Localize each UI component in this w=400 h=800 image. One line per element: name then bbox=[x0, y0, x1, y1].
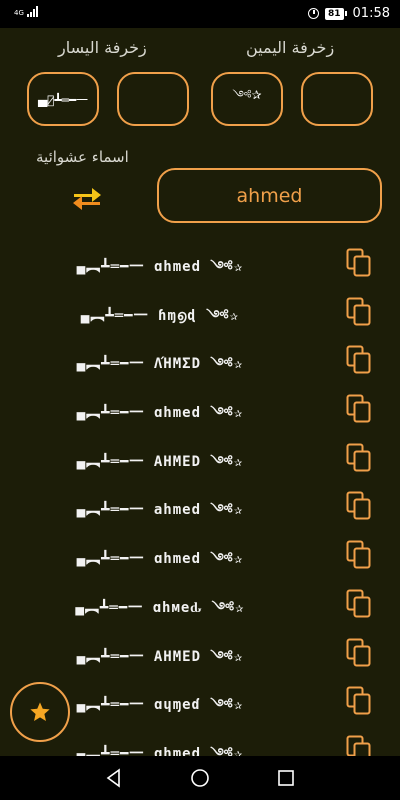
star-icon bbox=[30, 702, 50, 721]
copy-icon[interactable] bbox=[346, 638, 372, 668]
decorated-name-text: ▄︻┻═━一 ɑhмeԃ ༺✰ bbox=[75, 599, 245, 616]
navigation-bar bbox=[0, 756, 400, 800]
result-row[interactable]: ▄︻┻═━一 ɦɱ൭ɖ ༺✰ bbox=[0, 289, 400, 338]
favorites-button[interactable] bbox=[10, 682, 70, 742]
status-bar: 4G 81 01:58 bbox=[0, 0, 400, 28]
decorated-name-text: ▄︻┻═━一 ɦɱ൭ɖ ༺✰ bbox=[80, 307, 240, 324]
random-names-label: اسماء عشوائية bbox=[36, 148, 129, 166]
name-input[interactable] bbox=[157, 168, 382, 223]
copy-icon[interactable] bbox=[346, 443, 372, 473]
copy-icon[interactable] bbox=[346, 491, 372, 521]
copy-icon[interactable] bbox=[346, 297, 372, 327]
decorated-name-text: ▄︻┻═━一 ahmed ༺✰ bbox=[76, 502, 244, 519]
right-decoration-box-1[interactable]: ༺✰ bbox=[211, 72, 283, 126]
result-row[interactable]: ▄︻┻═━一 AHMED ༺✰ bbox=[0, 435, 400, 484]
left-decoration-box-1[interactable]: ▄︻̷┻═━一 bbox=[27, 72, 99, 126]
results-list: ▄︻┻═━一 ɑhmed ༺✰ ▄︻┻═━一 ɦɱ൭ɖ ༺✰ ▄︻┻═━一 ΛΉMΣ… bbox=[0, 240, 400, 756]
result-row[interactable]: ▄︻┻═━一 ΛΉMΣD ༺✰ bbox=[0, 337, 400, 386]
decorated-name-text: ▄︻┻═━一 ɑhmed ༺✰ bbox=[76, 551, 244, 568]
result-row[interactable]: ▄︻┻═━一 ɑhмeԃ ༺✰ bbox=[0, 581, 400, 630]
right-decoration-label: زخرفة اليمين bbox=[246, 38, 335, 57]
copy-icon[interactable] bbox=[346, 540, 372, 570]
recent-apps-icon[interactable] bbox=[276, 768, 296, 788]
result-row[interactable]: ▄︻┻═━一 ahmed ༺✰ bbox=[0, 483, 400, 532]
home-icon[interactable] bbox=[190, 768, 210, 788]
result-row[interactable]: ▄︻┻═━一 ΑΗΜΕD ༺✰ bbox=[0, 630, 400, 679]
decorated-name-text: ▄︻┻═━一 ΛΉMΣD ༺✰ bbox=[76, 356, 244, 373]
signal-icon bbox=[26, 5, 38, 17]
copy-icon[interactable] bbox=[346, 589, 372, 619]
back-icon[interactable] bbox=[104, 768, 124, 788]
network-type: 4G bbox=[14, 9, 24, 17]
right-decoration-box-2[interactable] bbox=[301, 72, 373, 126]
decorated-name-text: ▄︻┻═━一 ɑhmed ༺✰ bbox=[76, 405, 244, 422]
copy-icon[interactable] bbox=[346, 345, 372, 375]
decorated-name-text: ▄︻┻═━一 ΑΗΜΕD ༺✰ bbox=[76, 648, 244, 665]
copy-icon[interactable] bbox=[346, 394, 372, 424]
signal-indicator: 4G bbox=[14, 5, 38, 17]
left-decoration-box-2[interactable] bbox=[117, 72, 189, 126]
left-decoration-label: زخرفة اليسار bbox=[58, 38, 147, 57]
copy-icon[interactable] bbox=[346, 686, 372, 716]
battery-icon: 81 bbox=[325, 7, 347, 20]
decorated-name-text: ▄︻┻═━一 AHMED ༺✰ bbox=[76, 453, 244, 470]
alarm-icon bbox=[308, 8, 319, 19]
refresh-icon[interactable] bbox=[70, 182, 104, 214]
result-row[interactable]: ▄︻┻═━一 ɑhmed ༺✰ bbox=[0, 386, 400, 435]
copy-icon[interactable] bbox=[346, 735, 372, 756]
clock: 01:58 bbox=[352, 6, 390, 21]
status-right: 81 01:58 bbox=[308, 6, 390, 21]
main-content: زخرفة اليسار زخرفة اليمين ▄︻̷┻═━一 ༺✰ اسم… bbox=[0, 28, 400, 756]
result-row[interactable]: ▄︻┻═━一 ɑhmed ༺✰ bbox=[0, 240, 400, 289]
battery-level: 81 bbox=[325, 7, 344, 20]
copy-icon[interactable] bbox=[346, 248, 372, 278]
decorated-name-text: ▄︻┻═━一 ɑhmed ༺✰ bbox=[76, 259, 244, 275]
result-row[interactable]: ▄︻┻═━一 ɑhmed ༺✰ bbox=[0, 532, 400, 581]
